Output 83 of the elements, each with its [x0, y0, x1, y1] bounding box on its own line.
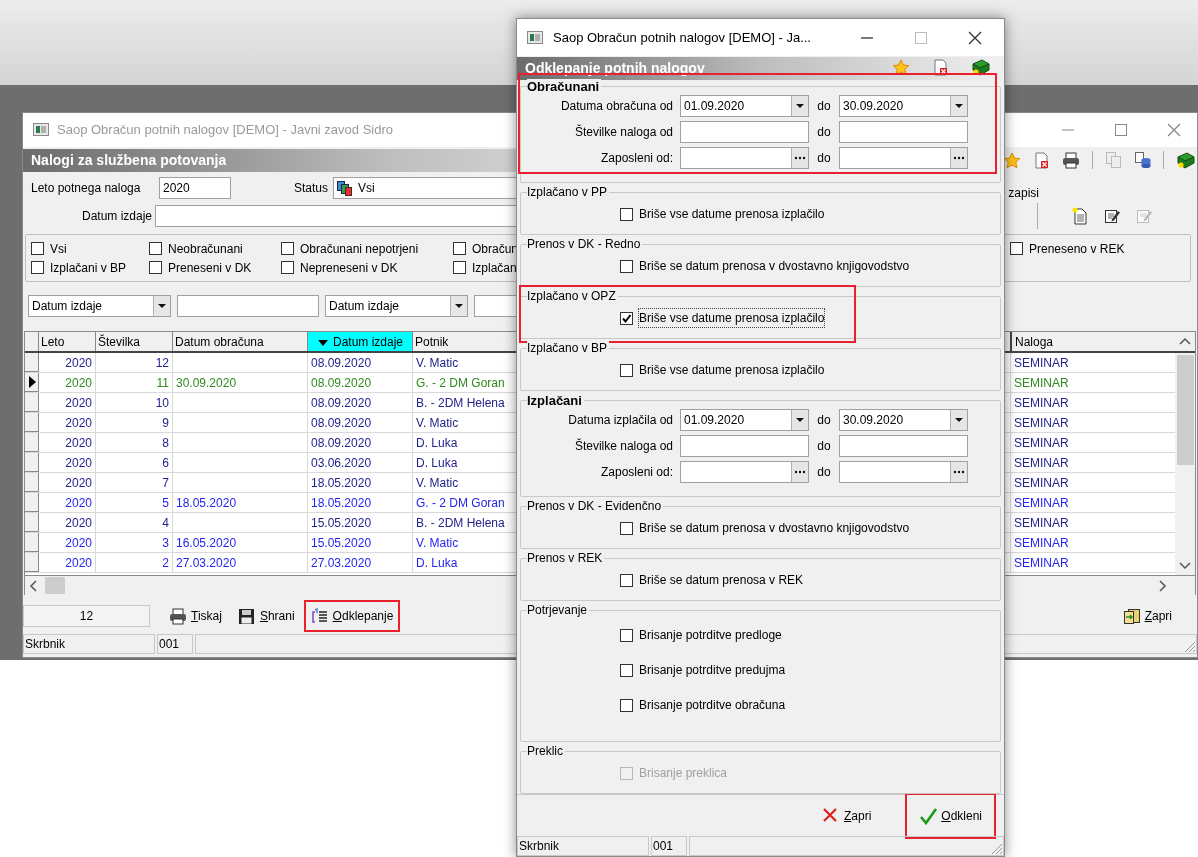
table-cell: 08.09.2020 — [308, 353, 413, 372]
checkbox-label: Obračunani nepotrjeni — [300, 240, 419, 258]
field-label: Datuma obračuna od — [559, 98, 674, 115]
table-cell: 11 — [96, 373, 173, 392]
field-label: Status — [292, 180, 328, 197]
field-label: Leto potnega naloga — [31, 180, 142, 197]
field-label: do — [816, 464, 832, 481]
table-cell: 2020 — [39, 433, 96, 452]
checkbox-label: Brisanje preklica — [639, 765, 728, 782]
status-text: Skrbnik — [23, 634, 155, 654]
table-cell: 27.03.2020 — [173, 553, 308, 572]
table-cell: 2020 — [39, 493, 96, 512]
table-cell: 08.09.2020 — [308, 413, 413, 432]
checkbox-label: Obračun — [472, 240, 519, 258]
table-cell: 5 — [96, 493, 173, 512]
table-cell: 08.09.2020 — [308, 433, 413, 452]
field-label: Datuma izplačila od — [567, 412, 674, 429]
table-cell: 2020 — [39, 513, 96, 532]
checkbox-label: Briše se datum prenosa v dvostavno knjigovodstvo — [639, 258, 910, 275]
record-count: 12 — [23, 605, 150, 627]
table-cell: 8 — [96, 433, 173, 452]
table-cell: 2020 — [39, 553, 96, 572]
table-cell: 08.09.2020 — [308, 373, 413, 392]
table-cell: 30.09.2020 — [173, 373, 308, 392]
field-label: Zaposleni od: — [599, 464, 674, 481]
field-label: do — [816, 412, 832, 429]
checkbox-label: Izplačani v BP — [50, 259, 127, 277]
table-cell: 4 — [96, 513, 173, 532]
table-cell: 15.05.2020 — [308, 513, 413, 532]
table-cell: 9 — [96, 413, 173, 432]
field-label: do — [816, 98, 832, 115]
field-label: do — [816, 124, 832, 141]
table-cell: 16.05.2020 — [173, 533, 308, 552]
table-cell: 12 — [96, 353, 173, 372]
table-cell: 2020 — [39, 353, 96, 372]
checkbox-label: Izplačan — [472, 259, 517, 277]
table-cell: 10 — [96, 393, 173, 412]
table-cell: 15.05.2020 — [308, 533, 413, 552]
field-label: Številke naloga od — [573, 123, 674, 141]
table-cell: 2020 — [39, 473, 96, 492]
table-cell: 18.05.2020 — [173, 493, 308, 512]
checkbox-label: Preneseni v DK — [168, 259, 252, 277]
checkbox-label: Nepreneseni v DK — [300, 259, 398, 277]
field-label: do — [816, 150, 832, 167]
table-cell: 6 — [96, 453, 173, 472]
field-label: do — [816, 438, 832, 455]
checkbox-label: Briše se datum prenosa v REK — [639, 572, 804, 589]
status-text: Skrbnik — [517, 836, 649, 856]
table-cell: 08.09.2020 — [308, 393, 413, 412]
window-title: Saop Obračun potnih nalogov [DEMO] - Javni zavod Sidro — [57, 121, 393, 140]
table-cell: 2020 — [39, 413, 96, 432]
checkbox-label: Brisanje potrditve predloge — [639, 627, 782, 644]
group-title: Izplačano v BP — [527, 341, 610, 356]
table-cell: 27.03.2020 — [308, 553, 413, 572]
table-cell: 3 — [96, 533, 173, 552]
checkbox-label: Neobračunani — [168, 240, 243, 258]
group-title: Izplačano v OPZ — [527, 289, 618, 304]
table-cell: 2020 — [39, 533, 96, 552]
table-cell: 2020 — [39, 393, 96, 412]
field-label: Številke naloga od — [573, 437, 674, 455]
table-cell: 2020 — [39, 453, 96, 472]
status-text: 001 — [651, 836, 687, 856]
checkbox-label: Brisanje potrditve obračuna — [639, 697, 786, 714]
table-cell: 18.05.2020 — [308, 473, 413, 492]
group-title: Izplačani — [527, 393, 584, 408]
field-label: Zaposleni od: — [599, 150, 674, 167]
table-cell: 03.06.2020 — [308, 453, 413, 472]
table-cell: 2 — [96, 553, 173, 572]
status-text: 001 — [157, 634, 193, 654]
checkbox-label: Preneseno v REK — [1029, 240, 1125, 258]
window-title: Saop Obračun potnih nalogov [DEMO] - Ja... — [553, 28, 811, 47]
table-cell: 18.05.2020 — [308, 493, 413, 512]
checkbox-label: Vsi — [50, 240, 67, 258]
group-title: Potrjevanje — [527, 603, 590, 618]
checkbox-label: Briše vse datume prenosa izplačilo — [639, 309, 825, 327]
checkbox-label: Brisanje potrditve predujma — [639, 662, 786, 679]
records-label: zapisi — [1008, 185, 1039, 202]
checkbox-label: Briše vse datume prenosa izplačilo — [639, 206, 825, 223]
table-cell: 2020 — [39, 373, 96, 392]
group-title: Obračunani — [527, 79, 602, 94]
field-label: Datum izdaje — [80, 208, 153, 225]
table-cell: 7 — [96, 473, 173, 492]
group-title: Izplačano v PP — [527, 185, 610, 200]
